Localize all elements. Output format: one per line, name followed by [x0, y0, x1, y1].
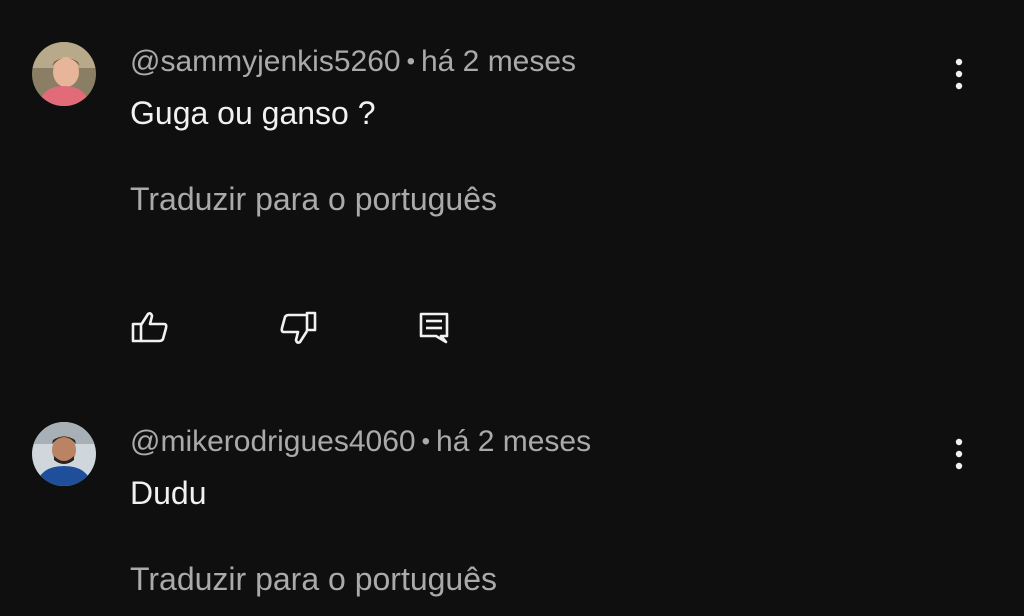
user-avatar-image — [32, 422, 96, 486]
comment-time: há 2 meses — [436, 425, 592, 458]
translate-button[interactable]: Traduzir para o português — [130, 180, 497, 218]
comment-text: Dudu — [130, 475, 207, 511]
reply-icon — [419, 312, 449, 344]
translate-button[interactable]: Traduzir para o português — [130, 560, 497, 598]
thumbs-down-icon — [280, 311, 317, 344]
thumbs-up-icon — [131, 312, 168, 343]
reply-button[interactable] — [414, 306, 458, 350]
comment-text: Guga ou ganso ? — [130, 95, 376, 131]
comment-actions — [128, 306, 528, 350]
avatar[interactable] — [32, 422, 96, 486]
like-button[interactable] — [128, 306, 172, 350]
comment-meta: @sammyjenkis5260 • há 2 meses — [130, 44, 576, 82]
comment-thread-1: @sammyjenkis5260 • há 2 meses Guga ou gans… — [0, 0, 1024, 380]
comment-meta: @mikerodrigues4060 • há 2 meses — [130, 424, 591, 462]
meta-separator: • — [421, 428, 431, 455]
comment-time: há 2 meses — [420, 45, 577, 78]
more-vert-icon[interactable] — [944, 434, 974, 474]
more-vert-icon[interactable] — [944, 54, 974, 94]
comment-thread-2: @mikerodrigues4060 • há 2 meses Dudu Tradu… — [0, 380, 1024, 616]
avatar[interactable] — [32, 42, 96, 106]
user-avatar-image — [32, 42, 96, 106]
author-name[interactable]: @sammyjenkis5260 — [130, 45, 401, 78]
dislike-button[interactable] — [276, 306, 320, 350]
author-name[interactable]: @mikerodrigues4060 — [130, 425, 416, 458]
meta-separator: • — [406, 48, 415, 75]
